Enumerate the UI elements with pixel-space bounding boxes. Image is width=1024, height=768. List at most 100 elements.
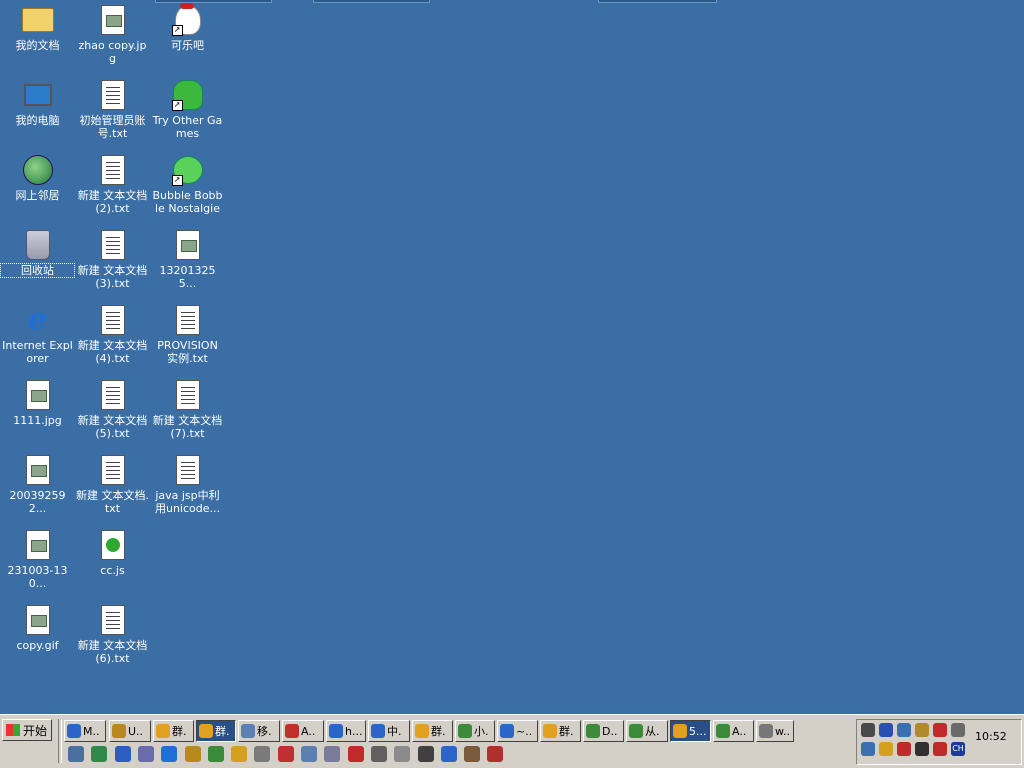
quick-launch-icon[interactable] — [277, 746, 294, 762]
quick-launch-icon[interactable] — [114, 746, 131, 762]
desktop-icon[interactable]: 132013255... — [150, 229, 225, 299]
quick-launch-icon[interactable] — [347, 746, 364, 762]
desktop-icon[interactable]: e Internet Explorer — [0, 304, 75, 374]
quick-launch-icon[interactable] — [254, 746, 271, 762]
start-button[interactable]: 开始 — [2, 719, 52, 741]
desktop-icon-label: 网上邻居 — [15, 189, 60, 202]
quick-launch-icon[interactable] — [137, 746, 154, 762]
desktop-icon-label: 200392592... — [9, 489, 66, 515]
desktop-icon[interactable]: PROVISION 实例.txt — [150, 304, 225, 374]
desktop-icon[interactable]: 新建 文本文档 (7).txt — [150, 379, 225, 449]
task-button[interactable]: A.. — [713, 720, 754, 742]
quick-launch-icon[interactable] — [417, 746, 434, 762]
app-icon — [156, 724, 170, 738]
task-button[interactable]: M.. — [64, 720, 106, 742]
task-button[interactable]: A.. — [282, 720, 324, 742]
desktop-icon[interactable]: 网上邻居 — [0, 154, 75, 224]
desktop-icon[interactable]: zhao copy.jpg — [75, 4, 150, 74]
window-edge — [598, 0, 717, 3]
quick-launch-icon[interactable] — [161, 746, 178, 762]
text-file-icon — [97, 604, 129, 636]
text-file-icon — [172, 454, 204, 486]
task-button[interactable]: U.. — [109, 720, 151, 742]
quick-launch-icon[interactable] — [207, 746, 224, 762]
task-button-label: M.. — [83, 724, 100, 738]
tray-icon[interactable] — [861, 742, 875, 756]
task-button-label: 群. — [172, 725, 187, 738]
task-button[interactable]: 5... — [670, 720, 711, 742]
task-button[interactable]: ~.. — [497, 720, 538, 742]
task-button[interactable]: 群. — [153, 720, 194, 742]
task-button[interactable]: 群. — [196, 720, 236, 742]
desktop-icon-label: 我的文档 — [15, 39, 60, 52]
task-button[interactable]: 小. — [455, 720, 495, 742]
task-button-label: A.. — [732, 724, 747, 738]
desktop-icon[interactable]: 231003-130... — [0, 529, 75, 599]
text-file-icon — [97, 229, 129, 261]
task-button-label: 5... — [689, 724, 707, 738]
quick-launch-icon[interactable] — [231, 746, 248, 762]
quick-launch-icon[interactable] — [301, 746, 317, 762]
task-button-label: A.. — [301, 724, 316, 738]
tray-icon[interactable] — [897, 723, 911, 737]
desktop-icon[interactable]: cc.js — [75, 529, 150, 599]
windows-logo-icon — [6, 724, 20, 736]
shortcut-arrow-icon: ↗ — [171, 25, 183, 36]
tray-icon[interactable] — [951, 723, 965, 737]
tray-icon[interactable] — [915, 723, 929, 737]
text-file-icon — [97, 154, 129, 186]
desktop-icon[interactable]: java jsp中利用unicode... — [150, 454, 225, 524]
desktop-icon[interactable]: ↗ Try Other Games — [150, 79, 225, 149]
quick-launch-icon[interactable] — [68, 746, 84, 762]
tray-icon[interactable] — [861, 723, 875, 737]
desktop-icon[interactable]: 1111.jpg — [0, 379, 75, 449]
desktop-icon[interactable]: 初始管理员账号.txt — [75, 79, 150, 149]
quick-launch-icon[interactable] — [487, 746, 504, 762]
task-button[interactable]: w.. — [756, 720, 794, 742]
desktop-icon[interactable]: 200392592... — [0, 454, 75, 524]
quick-launch-icon[interactable] — [394, 746, 411, 762]
language-indicator[interactable]: CH — [951, 742, 965, 756]
task-button-label: 中. — [387, 725, 402, 738]
desktop-icon[interactable]: 我的电脑 — [0, 79, 75, 149]
desktop-icon-label: 新建 文本文档 (7).txt — [152, 414, 223, 440]
desktop-icon[interactable]: ↗ 可乐吧 — [150, 3, 225, 74]
desktop-icon[interactable]: ↗ Bubble Bobble Nostalgie — [150, 154, 225, 224]
computer-icon — [22, 79, 54, 111]
desktop-icon-label: java jsp中利用unicode... — [154, 489, 221, 515]
task-button[interactable]: 从. — [626, 720, 668, 742]
task-button-label: 移. — [257, 725, 272, 738]
task-button[interactable]: 移. — [238, 720, 280, 742]
desktop-icon[interactable]: 新建 文本文档 (6).txt — [75, 604, 150, 674]
tray-icon[interactable] — [933, 742, 947, 756]
tray-icon[interactable] — [879, 742, 893, 756]
desktop-icon[interactable]: 新建 文本文档.txt — [75, 454, 150, 524]
tray-icon[interactable] — [897, 742, 911, 756]
desktop-icon[interactable]: 回收站 — [0, 229, 75, 299]
task-button[interactable]: D.. — [583, 720, 624, 742]
desktop-icon[interactable]: 新建 文本文档 (5).txt — [75, 379, 150, 449]
tray-icon[interactable] — [933, 723, 947, 737]
task-button[interactable]: 中. — [368, 720, 410, 742]
task-button[interactable]: h... — [326, 720, 366, 742]
app-icon — [458, 724, 472, 738]
quick-launch-icon[interactable] — [440, 746, 457, 762]
clock[interactable]: 10:52 — [975, 730, 1007, 743]
quick-launch-icon[interactable] — [184, 746, 201, 762]
desktop-icon[interactable]: 新建 文本文档 (4).txt — [75, 304, 150, 374]
tray-icon[interactable] — [915, 742, 929, 756]
desktop-icon[interactable]: 我的文档 — [0, 4, 75, 74]
task-button[interactable]: 群. — [540, 720, 581, 742]
desktop: 我的文档我的电脑网上邻居回收站 e Internet Explorer 1111.jp… — [0, 0, 1024, 714]
quick-launch-icon[interactable] — [464, 746, 481, 762]
quick-launch-icon[interactable] — [91, 746, 108, 762]
task-button[interactable]: 群. — [412, 720, 453, 742]
dragon-icon: ↗ — [171, 154, 204, 186]
tray-icon[interactable] — [879, 723, 893, 737]
quick-launch-icon[interactable] — [324, 746, 341, 762]
desktop-icon[interactable]: 新建 文本文档 (2).txt — [75, 154, 150, 224]
desktop-icon-label: 132013255... — [159, 264, 216, 290]
desktop-icon[interactable]: copy.gif — [0, 604, 75, 674]
desktop-icon[interactable]: 新建 文本文档 (3).txt — [75, 229, 150, 299]
quick-launch-icon[interactable] — [370, 746, 387, 762]
